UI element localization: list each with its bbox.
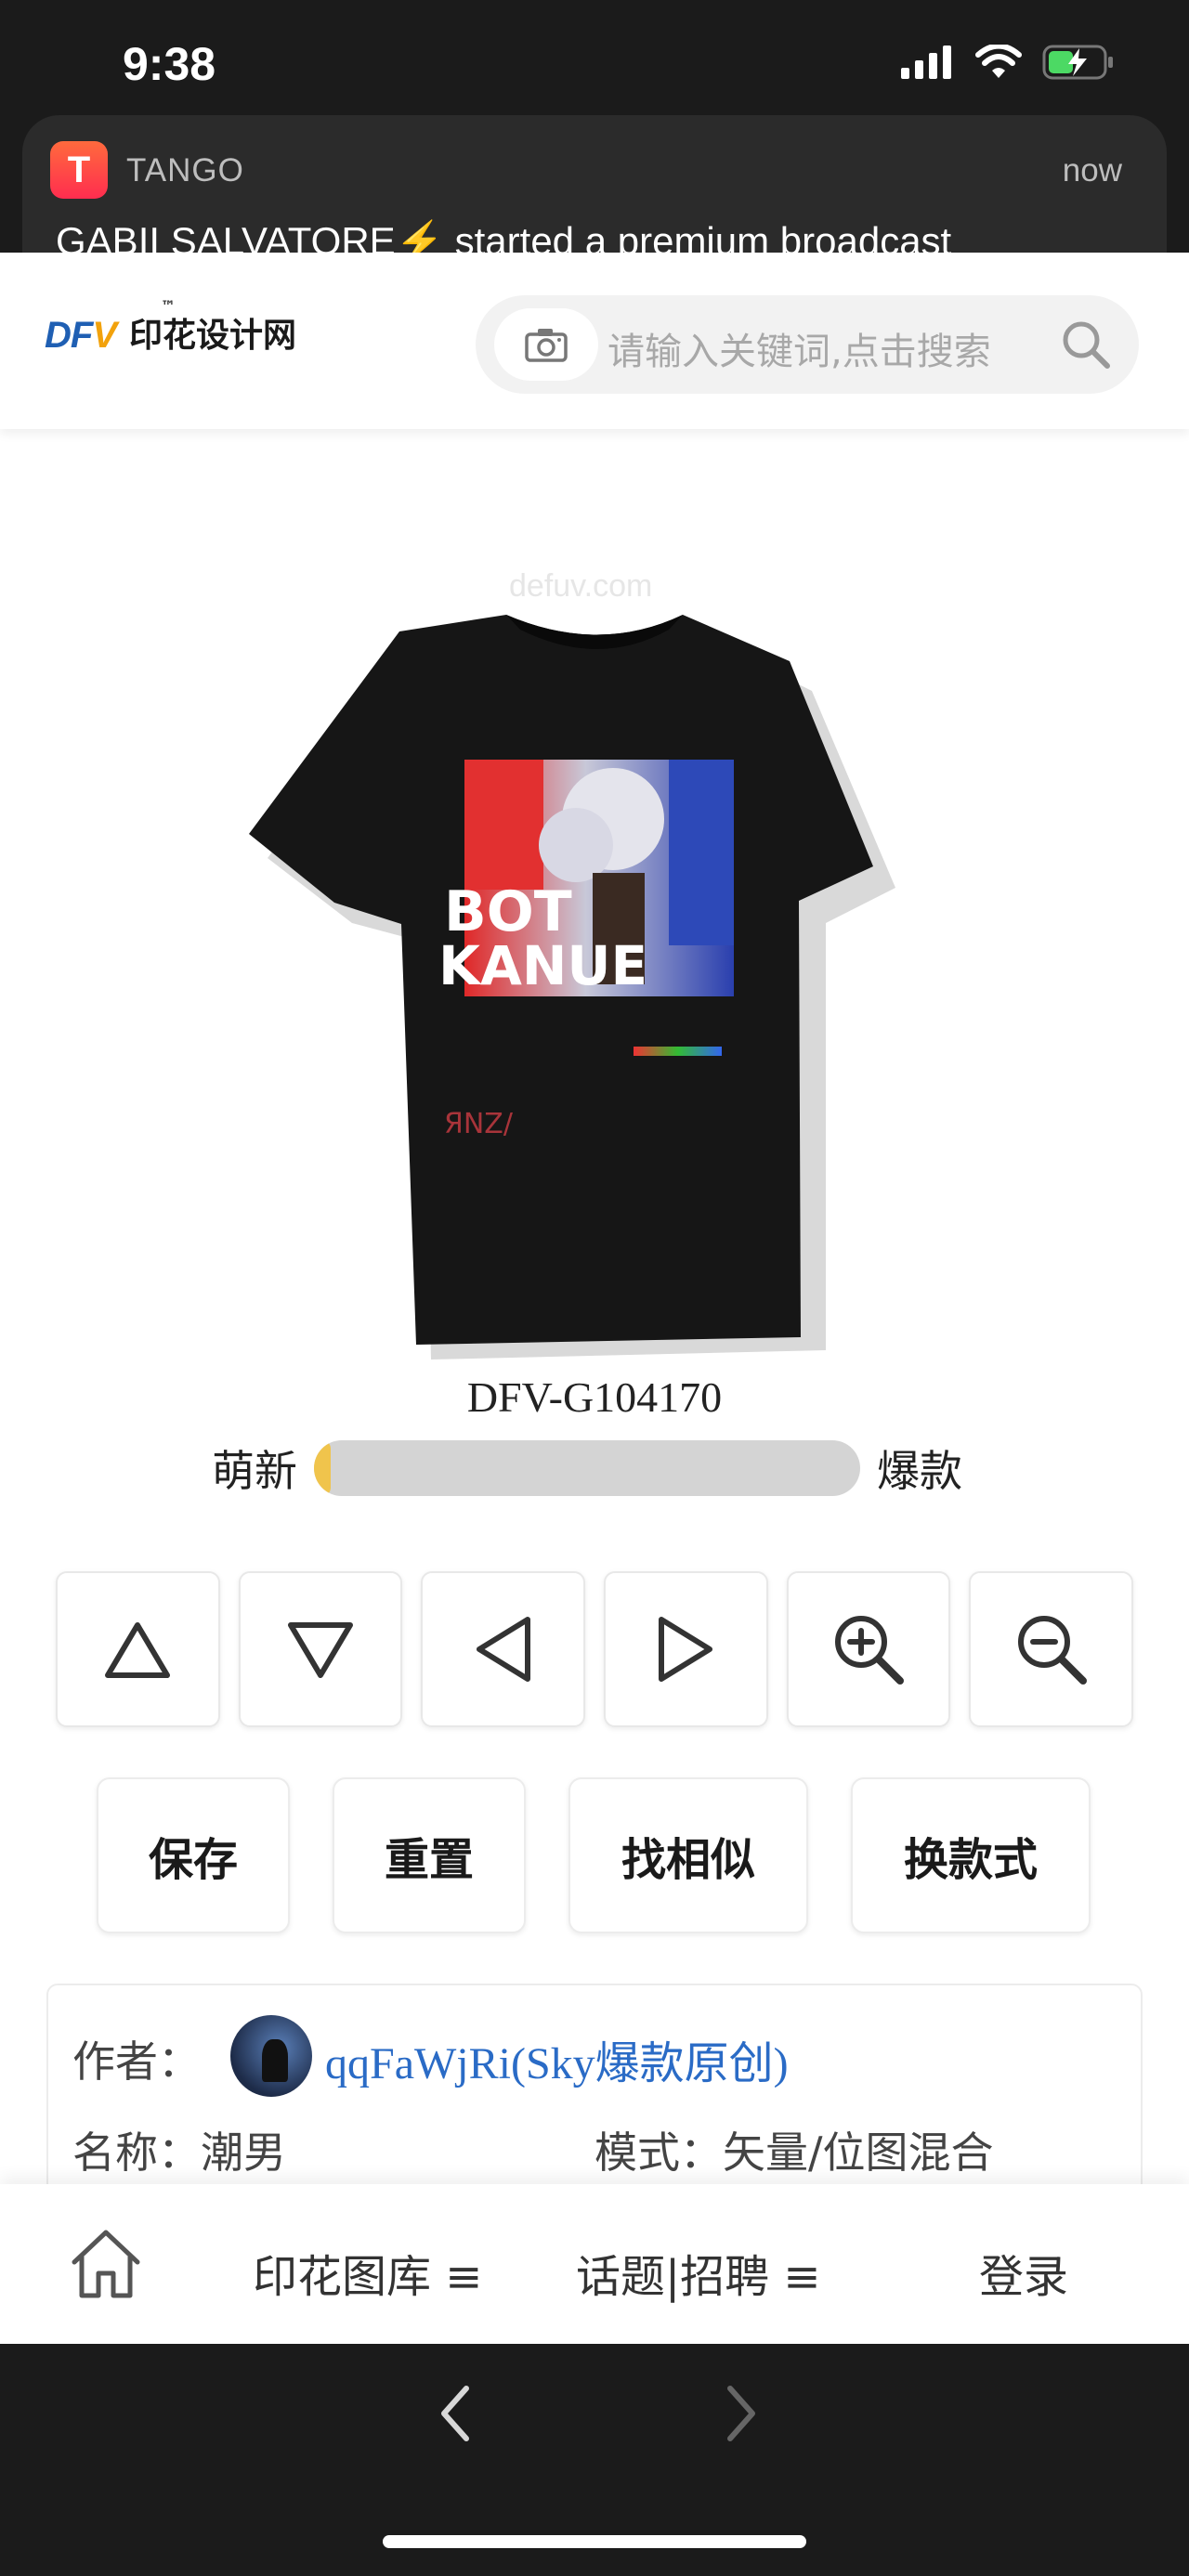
watermark: defuv.com [509, 568, 653, 604]
triangle-right-icon [659, 1617, 713, 1682]
adjust-controls [56, 1571, 1134, 1727]
site-logo[interactable]: DFV ™ 印花设计网 [45, 297, 297, 357]
search-input[interactable]: 请输入关键词,点击搜索 [608, 321, 991, 375]
change-style-button[interactable]: 换款式 [851, 1777, 1091, 1933]
move-up-button[interactable] [56, 1571, 220, 1727]
meter-right-label: 爆款 [877, 1446, 962, 1496]
zoom-out-icon [1017, 1616, 1087, 1685]
author-avatar[interactable] [230, 2015, 312, 2097]
search-bar[interactable]: 请输入关键词,点击搜索 [476, 295, 1139, 394]
svg-text:KANUE: KANUE [438, 934, 647, 997]
move-right-button[interactable] [604, 1571, 768, 1727]
move-left-button[interactable] [421, 1571, 586, 1727]
tshirt-image: BOT KANUE ЯNZ/ [249, 615, 895, 1360]
forward-arrow-icon[interactable] [721, 2383, 762, 2444]
reset-button[interactable]: 重置 [333, 1777, 526, 1933]
logo-brand: DFV [45, 315, 117, 356]
tango-app-icon: T [50, 141, 108, 199]
popularity-meter: 萌新 爆款 [212, 1438, 962, 1499]
meter-track [314, 1440, 860, 1496]
save-button[interactable]: 保存 [97, 1777, 290, 1933]
home-icon[interactable] [69, 2225, 143, 2301]
notification-app-name: TANGO [126, 152, 244, 189]
meter-fill [314, 1440, 331, 1496]
author-label: 作者： [72, 2036, 201, 2087]
meter-left-label: 萌新 [212, 1446, 297, 1496]
status-icons [901, 45, 1115, 80]
home-indicator[interactable] [383, 2535, 806, 2548]
zoom-in-icon [835, 1616, 905, 1685]
wifi-icon [975, 45, 1022, 78]
logo-text: 印花设计网 [129, 317, 297, 355]
triangle-left-icon [476, 1617, 530, 1682]
status-time: 9:38 [123, 38, 216, 90]
svg-text:ЯNZ/: ЯNZ/ [444, 1108, 514, 1140]
find-similar-button[interactable]: 找相似 [568, 1777, 808, 1933]
back-arrow-icon[interactable] [435, 2383, 476, 2444]
camera-search-button[interactable] [494, 308, 598, 381]
nav-topics-jobs[interactable]: 话题|招聘 ≡ [576, 2240, 821, 2305]
triangle-up-icon [105, 1622, 171, 1678]
design-mode: 模式：矢量/位图混合 [594, 2127, 994, 2178]
battery-charging-icon [1042, 45, 1113, 80]
zoom-in-button[interactable] [786, 1571, 951, 1727]
author-link[interactable]: qqFaWjRi(Sky爆款原创) [325, 2026, 789, 2091]
search-icon[interactable] [1061, 319, 1111, 370]
triangle-down-icon [288, 1622, 353, 1678]
nav-gallery[interactable]: 印花图库 ≡ [253, 2240, 482, 2305]
notification-time: now [1062, 152, 1122, 189]
zoom-out-button[interactable] [969, 1571, 1134, 1727]
move-down-button[interactable] [238, 1571, 403, 1727]
design-name: 名称：潮男 [72, 2127, 286, 2178]
signal-icon [901, 46, 951, 79]
design-code: DFV-G104170 [466, 1373, 723, 1421]
nav-login[interactable]: 登录 [979, 2240, 1068, 2305]
logo-trademark: ™ [161, 297, 176, 315]
camera-icon [525, 329, 568, 362]
